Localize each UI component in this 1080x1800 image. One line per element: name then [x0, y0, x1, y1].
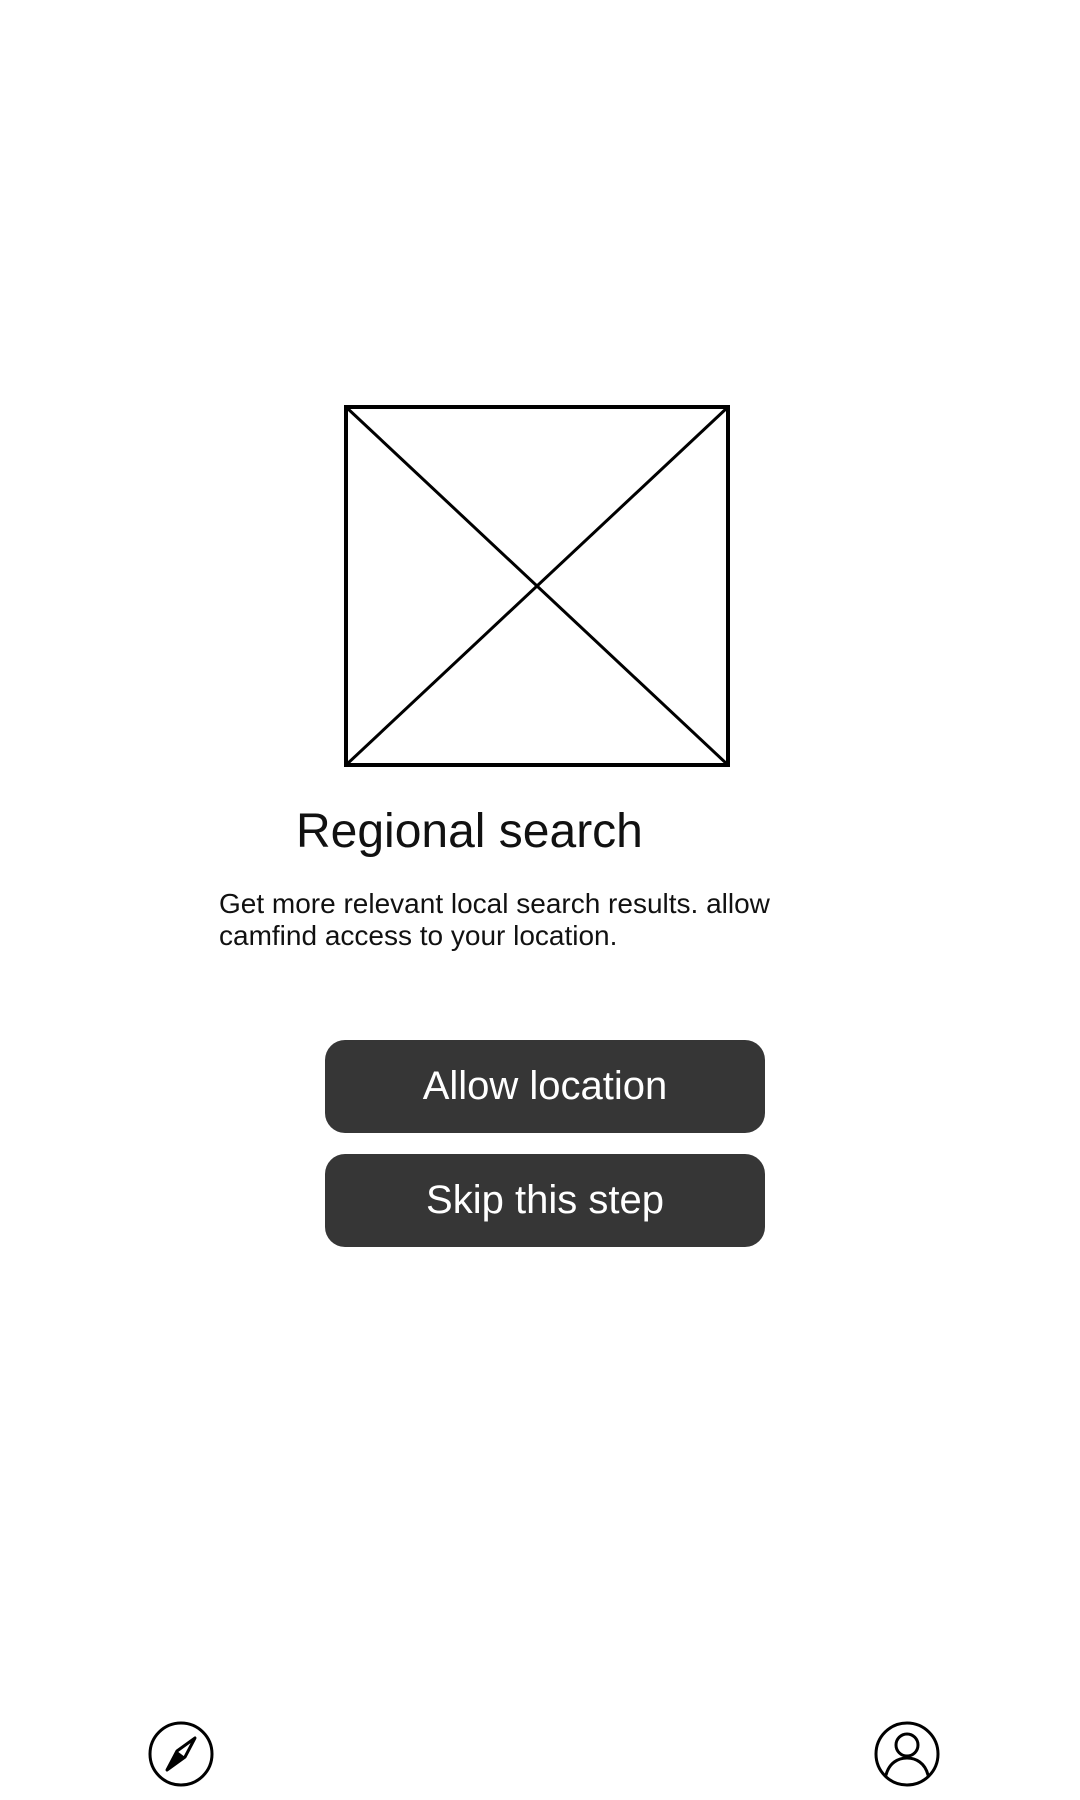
compass-icon[interactable]: [147, 1720, 215, 1788]
image-placeholder-icon: [344, 405, 730, 767]
description-text: Get more relevant local search results. …: [219, 888, 770, 951]
profile-icon[interactable]: [873, 1720, 941, 1788]
page-title: Regional search: [296, 805, 643, 858]
skip-step-button[interactable]: Skip this step: [325, 1154, 765, 1247]
allow-location-button[interactable]: Allow location: [325, 1040, 765, 1133]
